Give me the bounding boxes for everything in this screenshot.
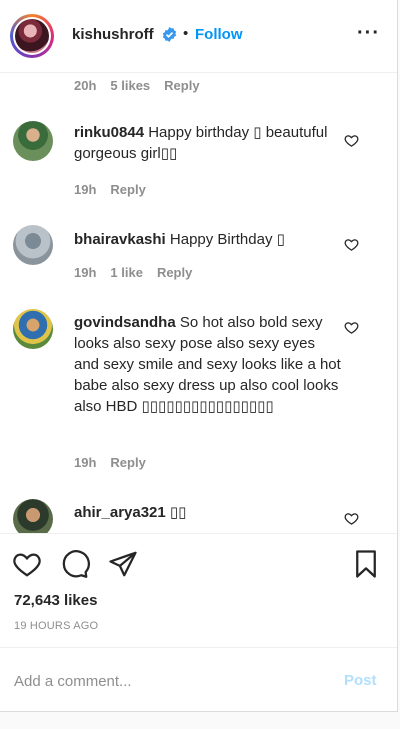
share-paper-plane-icon[interactable] (108, 549, 138, 579)
like-heart-icon[interactable] (12, 549, 42, 579)
comment-time: 19h (74, 182, 97, 197)
post-comment-button[interactable]: Post (344, 672, 377, 689)
profile-avatar[interactable] (10, 14, 54, 58)
post-panel: kishushroff • Follow ··· 20h 5 likes Reply… (0, 0, 398, 712)
comment-meta: 20h 5 likes Reply (74, 78, 214, 93)
comment-username[interactable]: bhairavkashi (74, 231, 166, 248)
commenter-avatar[interactable] (13, 121, 53, 161)
comment-text: Happy Birthday ▯ (169, 231, 285, 248)
follow-button[interactable]: Follow (195, 26, 243, 43)
comment-username[interactable]: ahir_arya321 (74, 504, 166, 521)
reply-button[interactable]: Reply (157, 265, 192, 280)
post-timestamp: 19 HOURS AGO (14, 620, 99, 632)
comment-time: 19h (74, 455, 97, 470)
verified-badge-icon (162, 27, 177, 42)
username-link[interactable]: kishushroff (72, 26, 154, 43)
comment-meta: 19h Reply (74, 182, 160, 197)
comment-meta: 19h 1 like Reply (74, 265, 206, 280)
comment-username[interactable]: rinku0844 (74, 124, 144, 141)
reply-button[interactable]: Reply (110, 455, 145, 470)
commenter-avatar[interactable] (13, 309, 53, 349)
like-comment-heart-icon[interactable] (344, 237, 359, 252)
save-bookmark-icon[interactable] (351, 549, 381, 579)
add-comment-input[interactable] (14, 670, 324, 692)
add-comment-bar: Post (0, 647, 397, 712)
comment-time: 19h (74, 265, 97, 280)
comment-text: ▯▯ (169, 504, 187, 521)
post-actions: 72,643 likes 19 HOURS AGO (0, 533, 397, 644)
comment-likes[interactable]: 1 like (110, 265, 143, 280)
reply-button[interactable]: Reply (164, 78, 199, 93)
commenter-avatar[interactable] (13, 225, 53, 265)
separator-dot: • (183, 25, 189, 42)
post-header: kishushroff • Follow ··· (0, 0, 397, 73)
comments-list[interactable]: 20h 5 likes Reply rinku0844 Happy birthday… (0, 73, 397, 533)
like-comment-heart-icon[interactable] (344, 320, 359, 335)
comment-bubble-icon[interactable] (60, 549, 90, 579)
likes-count[interactable]: 72,643 likes (14, 592, 97, 609)
comment-time: 20h (74, 78, 97, 93)
comment-username[interactable]: govindsandha (74, 314, 176, 331)
like-comment-heart-icon[interactable] (344, 133, 359, 148)
commenter-avatar[interactable] (13, 499, 53, 533)
more-options-icon[interactable]: ··· (357, 22, 380, 45)
like-comment-heart-icon[interactable] (344, 511, 359, 526)
comment-meta: 19h Reply (74, 455, 160, 470)
comment-likes[interactable]: 5 likes (110, 78, 150, 93)
reply-button[interactable]: Reply (110, 182, 145, 197)
